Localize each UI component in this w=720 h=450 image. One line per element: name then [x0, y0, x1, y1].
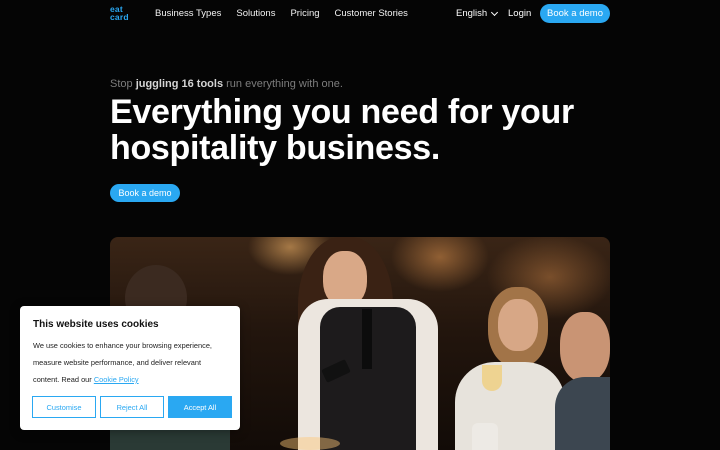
reject-all-button[interactable]: Reject All	[100, 396, 164, 418]
chevron-down-icon	[491, 8, 499, 16]
hero-book-demo-button[interactable]: Book a demo	[110, 184, 180, 202]
hero-headline: Everything you need for your hospitality…	[110, 94, 630, 166]
tagline-start: Stop	[110, 78, 136, 90]
cookie-policy-link[interactable]: Cookie Policy	[94, 375, 139, 384]
cookie-title: This website uses cookies	[33, 319, 159, 330]
headline-line-2: hospitality business.	[110, 129, 440, 167]
cookie-consent-banner: This website uses cookies We use cookies…	[20, 306, 240, 430]
cookie-description: We use cookies to enhance your browsing …	[33, 337, 229, 388]
nav-link-solutions[interactable]: Solutions	[236, 8, 275, 19]
hero-tagline: Stop juggling 16 tools run everything wi…	[110, 78, 343, 90]
nav-link-business-types[interactable]: Business Types	[155, 8, 221, 19]
headline-line-1: Everything you need for your	[110, 93, 574, 131]
language-label: English	[456, 8, 488, 19]
accept-all-button[interactable]: Accept All	[168, 396, 232, 418]
login-link[interactable]: Login	[508, 8, 531, 19]
nav-links: Business Types Solutions Pricing Custome…	[155, 8, 408, 19]
tagline-emphasis: juggling 16 tools	[135, 78, 224, 90]
nav-link-customer-stories[interactable]: Customer Stories	[335, 8, 408, 19]
logo-line-2: card	[110, 12, 129, 22]
nav-link-pricing[interactable]: Pricing	[290, 8, 319, 19]
nav-book-demo-button[interactable]: Book a demo	[540, 4, 610, 23]
cookie-actions: Customise Reject All Accept All	[32, 396, 232, 418]
eatcard-logo[interactable]: eat card	[110, 5, 132, 22]
language-selector[interactable]: English	[456, 8, 499, 19]
customise-cookies-button[interactable]: Customise	[32, 396, 96, 418]
tagline-end: run everything with one.	[223, 78, 343, 90]
top-nav: eat card Business Types Solutions Pricin…	[0, 0, 720, 28]
